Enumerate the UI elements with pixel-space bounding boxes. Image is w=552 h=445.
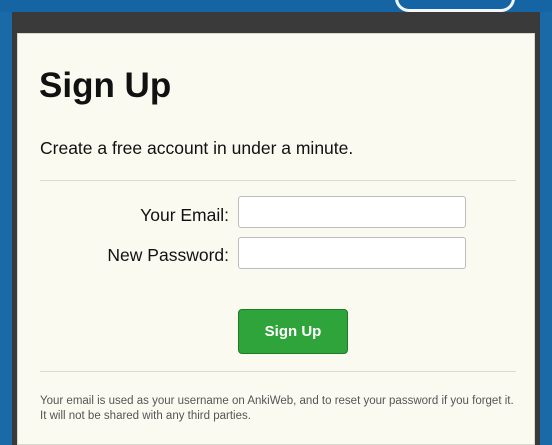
privacy-footnote: Your email is used as your username on A…: [40, 395, 514, 422]
signup-card: Sign Up Create a free account in under a…: [17, 33, 535, 445]
page-title: Sign Up: [39, 66, 172, 105]
email-label: Your Email:: [140, 205, 229, 225]
divider-top: [40, 180, 516, 181]
sign-up-button[interactable]: Sign Up: [238, 309, 348, 354]
page-left-edge: [0, 12, 12, 445]
banner-logo-fragment: [395, 0, 515, 12]
password-field[interactable]: [238, 237, 466, 269]
page-right-edge: [540, 12, 552, 445]
email-field[interactable]: [238, 196, 466, 228]
password-label: New Password:: [107, 245, 229, 265]
divider-bottom: [40, 371, 516, 372]
signup-subtitle: Create a free account in under a minute.: [40, 138, 354, 158]
